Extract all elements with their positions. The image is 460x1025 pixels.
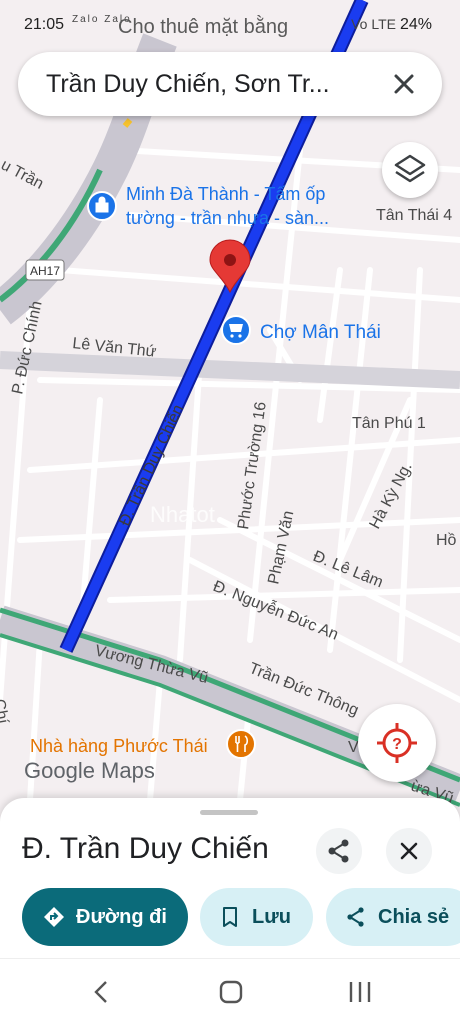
- close-icon[interactable]: [386, 66, 422, 102]
- share-chip-button[interactable]: Chia sẻ: [326, 888, 460, 946]
- share-button[interactable]: [316, 828, 362, 874]
- watermark: Nhatot: [150, 502, 215, 527]
- recents-icon[interactable]: [340, 977, 380, 1007]
- search-query[interactable]: Trần Duy Chiến, Sơn Tr...: [46, 70, 366, 99]
- svg-text:Minh Đà Thành - Tấm ốp: Minh Đà Thành - Tấm ốp: [126, 184, 325, 204]
- status-bar: 21:05 Zalo Zalo Cho thuê mặt bằng Vo LTE…: [0, 0, 460, 50]
- street-label: Tân Thái 4: [376, 207, 452, 224]
- battery-level: 24%: [399, 16, 432, 33]
- svg-text:Nhà hàng Phước Thái: Nhà hàng Phước Thái: [30, 736, 208, 756]
- svg-text:Chợ Mân Thái: Chợ Mân Thái: [260, 322, 381, 343]
- google-maps-attribution: Google Maps: [24, 758, 155, 783]
- share-label: Chia sẻ: [378, 905, 450, 928]
- directions-label: Đường đi: [76, 905, 167, 928]
- layers-icon: [394, 154, 426, 183]
- cart-icon: [229, 324, 243, 332]
- location-help-icon: ?: [377, 723, 417, 763]
- directions-button[interactable]: Đường đi: [22, 888, 188, 946]
- svg-text:AH17: AH17: [30, 264, 60, 278]
- place-title: Đ. Trần Duy Chiến: [22, 832, 269, 865]
- directions-icon: [44, 907, 64, 927]
- save-button[interactable]: Lưu: [200, 888, 313, 946]
- svg-text:?: ?: [392, 736, 402, 753]
- save-label: Lưu: [252, 905, 291, 928]
- share-icon: [328, 839, 349, 863]
- place-sheet[interactable]: Đ. Trần Duy Chiến Đường đi Lưu Chia sẻ: [0, 798, 460, 958]
- signal-icons: Vo LTE: [351, 16, 396, 32]
- status-time: 21:05: [24, 16, 65, 33]
- highway-shield: AH17: [25, 259, 65, 281]
- layers-button[interactable]: [382, 142, 438, 198]
- drag-handle[interactable]: [200, 810, 258, 815]
- close-icon: [400, 842, 418, 860]
- share-icon: [347, 907, 364, 927]
- search-bar[interactable]: Trần Duy Chiến, Sơn Tr...: [18, 52, 442, 116]
- home-icon[interactable]: [211, 977, 251, 1007]
- back-icon[interactable]: [82, 977, 122, 1007]
- system-nav-bar: [0, 958, 460, 1025]
- svg-text:tường - trần nhựa - sàn...: tường - trần nhựa - sàn...: [126, 208, 329, 228]
- street-label: Tân Phú 1: [352, 415, 426, 432]
- close-sheet-button[interactable]: [386, 828, 432, 874]
- notification-text: Cho thuê mặt bằng: [118, 16, 289, 38]
- bookmark-icon: [223, 907, 237, 927]
- street-label: Hồ: [436, 532, 457, 549]
- locate-button[interactable]: ?: [358, 704, 436, 782]
